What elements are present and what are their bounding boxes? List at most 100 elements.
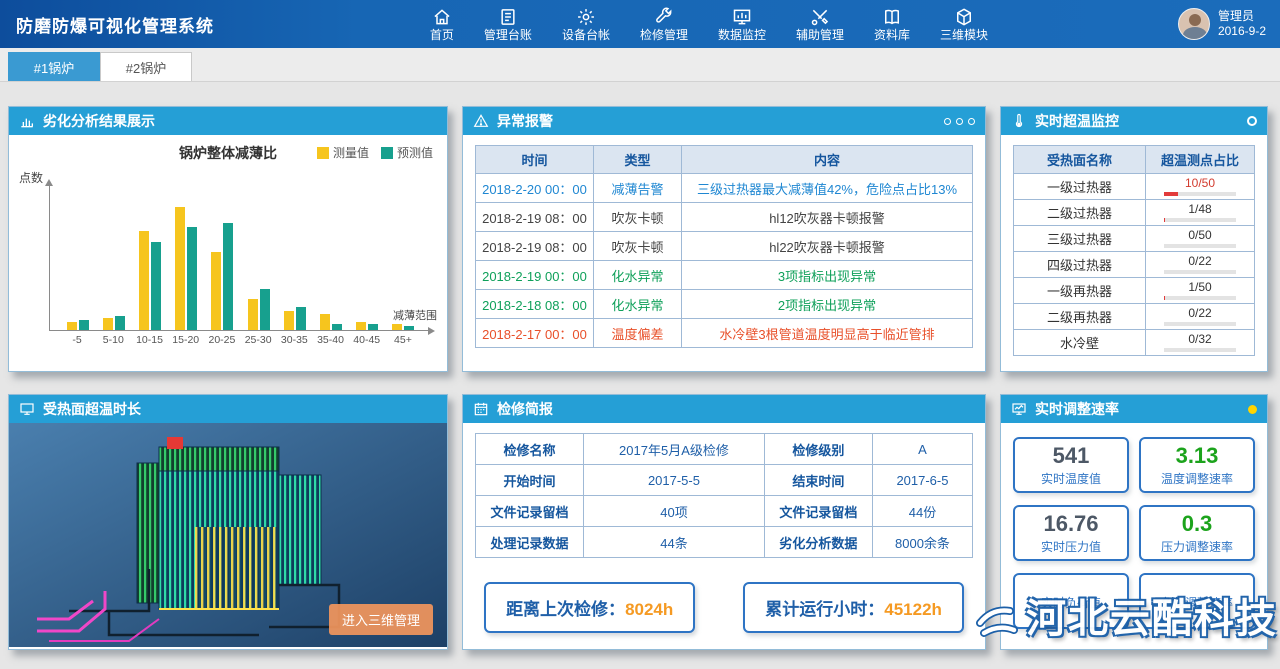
alarm-content: 3项指标出现异常: [682, 261, 973, 290]
nav-item-label: 资料库: [874, 29, 910, 42]
panel-maintenance-header: 检修简报: [463, 395, 985, 423]
maintenance-label: 文件记录留档: [476, 496, 584, 527]
maintenance-label: 文件记录留档: [764, 496, 872, 527]
nav-item-data-monitor[interactable]: 数据监控: [718, 7, 766, 42]
chart-x-tick: 5-10: [95, 331, 131, 346]
nav-item-3d-module[interactable]: 三维模块: [940, 7, 988, 42]
tab-boiler-2[interactable]: #2锅炉: [100, 52, 192, 81]
overtemp-row: 三级过热器0/50: [1014, 226, 1255, 252]
surface-name: 水冷壁: [1014, 330, 1146, 356]
alarm-type: 减薄告警: [594, 174, 682, 203]
overtemp-bar: [1164, 218, 1236, 222]
overtemp-ratio-cell: 1/50: [1146, 278, 1255, 304]
chart-x-tick: 10-15: [131, 331, 167, 346]
chart-bar: [404, 326, 414, 330]
cube-icon: [954, 7, 974, 27]
panel-alarms: 异常报警 时间类型内容 2018-2-20 00：00减薄告警三级过热器最大减薄…: [462, 106, 986, 372]
nav-item-home[interactable]: 首页: [430, 7, 454, 42]
chart-bar: [79, 320, 89, 330]
panel-alarms-title: 异常报警: [497, 111, 553, 131]
alarm-col-header: 内容: [682, 146, 973, 174]
chart-bar-group: [132, 231, 168, 330]
rate-value: 541: [1053, 444, 1090, 468]
rate-label: 实时温度值: [1041, 470, 1101, 487]
rate-box: 541 实时温度值: [1013, 437, 1129, 493]
overtemp-ratio-cell: 0/22: [1146, 304, 1255, 330]
chart-x-tick: 35-40: [312, 331, 348, 346]
panel-overtemp: 实时超温监控 受热面名称超温测点占比 一级过热器10/50二级过热器1/48三级…: [1000, 106, 1268, 372]
avatar: [1178, 8, 1210, 40]
user-date: 2016-9-2: [1218, 24, 1266, 39]
chart-bar: [67, 322, 77, 330]
rate-box: 负荷调整速率: [1139, 573, 1255, 629]
maintenance-label: 检修级别: [764, 434, 872, 465]
alarm-col-header: 类型: [594, 146, 682, 174]
chart-x-tick: 40-45: [349, 331, 385, 346]
calendar-icon: [473, 401, 489, 417]
overtemp-row: 水冷壁 0/32: [1014, 330, 1255, 356]
chart-bar-group: [349, 322, 385, 330]
chart-bar-group: [313, 314, 349, 330]
panel-rates-title: 实时调整速率: [1035, 399, 1119, 419]
panel-boiler-3d: 受热面超温时长: [8, 394, 448, 650]
chart-bar: [296, 307, 306, 330]
panel-overtemp-header: 实时超温监控: [1001, 107, 1267, 135]
alarm-row: 2018-2-20 00：00减薄告警三级过热器最大减薄值42%，危险点占比13…: [476, 174, 973, 203]
maintenance-value: 2017-6-5: [872, 465, 972, 496]
legend-swatch: [381, 147, 393, 159]
panel-degradation-title: 劣化分析结果展示: [43, 111, 155, 131]
app-title: 防磨防爆可视化管理系统: [0, 12, 240, 37]
maintenance-row: 处理记录数据44条劣化分析数据8000余条: [476, 527, 973, 558]
last-maintenance-label: 距离上次检修：: [506, 600, 625, 619]
rate-label: 压力调整速率: [1161, 538, 1233, 555]
maintenance-value: 2017-5-5: [584, 465, 765, 496]
nav-item-label: 三维模块: [940, 29, 988, 42]
maintenance-value: 2017年5月A级检修: [584, 434, 765, 465]
nav-item-ledger[interactable]: 管理台账: [484, 7, 532, 42]
alarms-menu-dots[interactable]: [944, 118, 975, 125]
rate-label: 实时压力值: [1041, 538, 1101, 555]
maintenance-value: A: [872, 434, 972, 465]
bar-chart-icon: [19, 113, 35, 129]
alarm-content: 三级过热器最大减薄值42%，危险点占比13%: [682, 174, 973, 203]
alarm-type: 吹灰卡顿: [594, 203, 682, 232]
library-icon: [882, 7, 902, 27]
maintenance-value: 44条: [584, 527, 765, 558]
thermometer-icon: [1011, 113, 1027, 129]
alarm-time: 2018-2-18 08：00: [476, 290, 594, 319]
overtemp-bar: [1164, 296, 1236, 300]
rate-box: 实时负荷值: [1013, 573, 1129, 629]
boiler-tabs: #1锅炉#2锅炉: [0, 48, 1280, 82]
overtemp-ratio: 0/32: [1152, 331, 1248, 346]
nav-item-equipment[interactable]: 设备台帐: [562, 7, 610, 42]
chart-x-labels: -55-1010-1515-2020-2525-3030-3535-4040-4…: [49, 331, 431, 346]
maintenance-stats: 距离上次检修：8024h 累计运行小时：45122h: [463, 582, 985, 633]
nav-item-library[interactable]: 资料库: [874, 7, 910, 42]
nav-item-label: 管理台账: [484, 29, 532, 42]
last-maintenance-stat: 距离上次检修：8024h: [484, 582, 695, 633]
overtemp-row: 四级过热器0/22: [1014, 252, 1255, 278]
overtemp-bar: [1164, 244, 1236, 248]
tab-boiler-1[interactable]: #1锅炉: [8, 52, 100, 81]
maintenance-label: 检修名称: [476, 434, 584, 465]
panel-overtemp-title: 实时超温监控: [1035, 111, 1119, 131]
panel-rates-header: 实时调整速率: [1001, 395, 1267, 423]
chart-x-tick: 30-35: [276, 331, 312, 346]
legend-item: 预测值: [381, 144, 433, 161]
surface-name: 三级过热器: [1014, 226, 1146, 252]
chart-bar: [392, 324, 402, 330]
overtemp-ratio-cell: 0/22: [1146, 252, 1255, 278]
surface-name: 四级过热器: [1014, 252, 1146, 278]
overtemp-indicator-icon: [1247, 116, 1257, 126]
alarm-content: hl22吹灰器卡顿报警: [682, 232, 973, 261]
maintenance-label: 开始时间: [476, 465, 584, 496]
chart-bar-group: [240, 289, 276, 330]
nav-item-aux-manage[interactable]: 辅助管理: [796, 7, 844, 42]
enter-3d-button[interactable]: 进入三维管理: [329, 604, 433, 635]
user-info[interactable]: 管理员 2016-9-2: [1178, 8, 1280, 40]
wrench-icon: [654, 7, 674, 27]
chart-bar-group: [385, 324, 421, 330]
chart-bar: [115, 316, 125, 330]
nav-item-maintenance[interactable]: 检修管理: [640, 7, 688, 42]
chart-bar: [260, 289, 270, 330]
